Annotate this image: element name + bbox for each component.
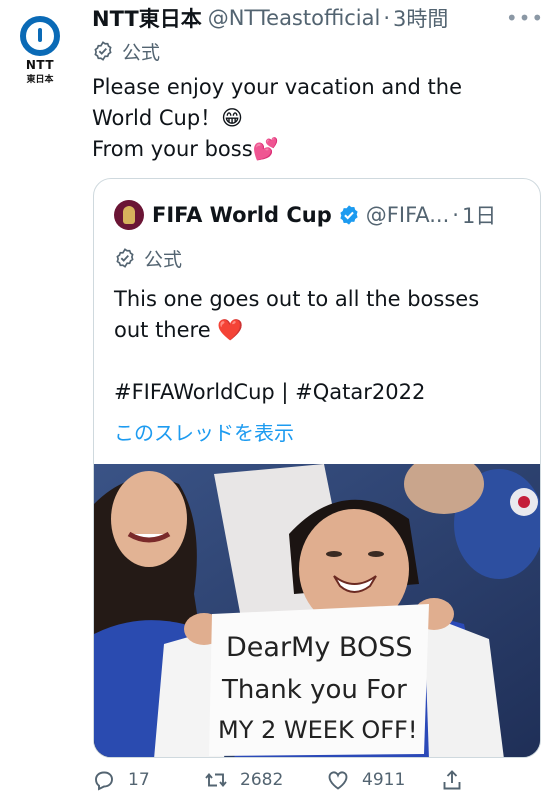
tweet-line: From your boss💕 <box>92 137 279 161</box>
reply-icon <box>95 771 113 791</box>
share-button[interactable] <box>440 768 476 792</box>
quoted-line: out there ❤️ <box>114 318 244 342</box>
official-label: 公式 <box>122 41 161 64</box>
ntt-logo-icon <box>20 16 60 56</box>
quoted-official-badge-row: 公式 <box>114 245 182 271</box>
share-icon <box>443 770 461 790</box>
sign-line-1: DearMy BOSS <box>226 632 412 663</box>
heart-icon <box>328 771 348 790</box>
handle[interactable]: @NTTeastofficial <box>208 6 381 30</box>
quoted-display-name[interactable]: FIFA World Cup <box>152 203 332 227</box>
reply-button[interactable]: 17 <box>92 768 150 792</box>
quoted-line <box>114 346 524 377</box>
avatar-logo-subtext: 東日本 <box>26 75 54 85</box>
retweet-button[interactable]: 2682 <box>204 768 283 792</box>
display-name[interactable]: NTT東日本 <box>92 3 202 33</box>
like-button[interactable]: 4911 <box>326 768 405 792</box>
quoted-handle[interactable]: @FIFA... <box>366 203 449 227</box>
verified-badge-icon <box>340 205 358 225</box>
separator-dot: · <box>452 203 459 227</box>
reply-count: 17 <box>128 770 150 790</box>
show-thread-link[interactable]: このスレッドを表示 <box>114 417 294 446</box>
tweet: NTT 東日本 NTT東日本 @NTTeastofficial · 3時間 ••… <box>0 0 546 800</box>
official-badge-row: 公式 <box>92 38 160 64</box>
tweet-text: Please enjoy your vacation and the World… <box>92 72 532 165</box>
retweet-icon <box>205 773 227 787</box>
more-options-icon[interactable]: ••• <box>506 4 543 32</box>
quoted-line: This one goes out to all the bosses <box>114 287 480 311</box>
avatar-logo-text: NTT <box>25 58 55 72</box>
action-bar: 17 2682 4911 <box>92 764 532 796</box>
timestamp[interactable]: 3時間 <box>393 3 448 33</box>
like-count: 4911 <box>362 770 406 790</box>
tweet-header: NTT東日本 @NTTeastofficial · 3時間 ••• <box>92 3 543 33</box>
quoted-tweet-card[interactable]: FIFA World Cup @FIFA... · 1日 公式 This one… <box>93 178 541 758</box>
avatar[interactable]: NTT 東日本 <box>8 6 72 88</box>
quoted-hashtags[interactable]: #FIFAWorldCup | #Qatar2022 <box>114 377 524 408</box>
retweet-count: 2682 <box>240 770 284 790</box>
quoted-tweet-header: FIFA World Cup @FIFA... · 1日 <box>114 199 496 231</box>
quoted-timestamp[interactable]: 1日 <box>462 200 496 230</box>
photo-illustration: DearMy BOSS Thank you For MY 2 WEEK OFF! <box>94 464 540 757</box>
tweet-line: World Cup！😁 <box>92 106 244 130</box>
quoted-tweet-text: This one goes out to all the bosses out … <box>114 284 524 408</box>
fan-sign-photo[interactable]: DearMy BOSS Thank you For MY 2 WEEK OFF! <box>94 464 540 757</box>
fifa-trophy-avatar-icon[interactable] <box>114 200 144 230</box>
official-check-icon <box>94 41 112 61</box>
separator-dot: · <box>383 6 391 30</box>
sign-line-3: MY 2 WEEK OFF! <box>218 716 417 744</box>
sign-line-2: Thank you For <box>221 675 407 705</box>
official-label: 公式 <box>144 248 183 271</box>
official-check-icon <box>116 248 134 268</box>
tweet-line: Please enjoy your vacation and the <box>92 75 462 99</box>
